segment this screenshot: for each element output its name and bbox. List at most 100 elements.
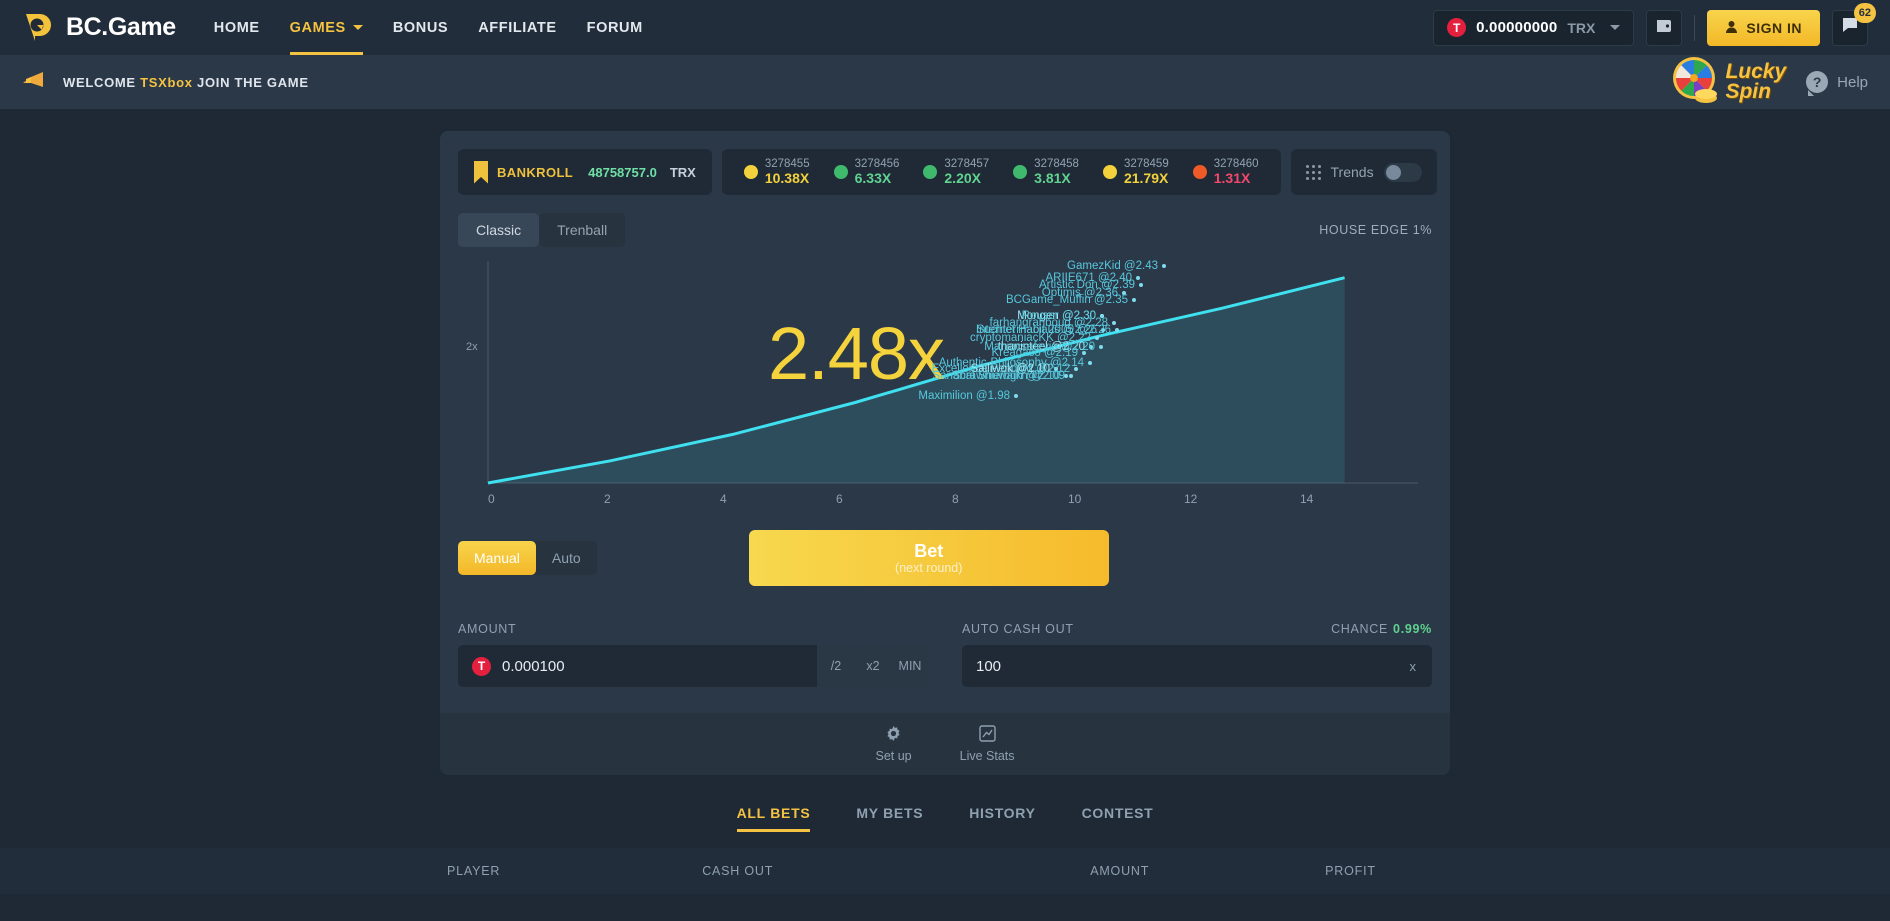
- autocashout-label: AUTO CASH OUT: [962, 622, 1074, 636]
- bet-fields-row: AMOUNT T 0.000100 /2 x2 MIN AUTO CASH OU…: [458, 622, 1432, 687]
- chance-display: CHANCE 0.99%: [1331, 622, 1432, 636]
- round-item[interactable]: 3278460 1.31X: [1181, 158, 1271, 187]
- crash-chart-svg: [487, 261, 1418, 485]
- bcgame-logo-icon: [22, 11, 55, 44]
- round-multiplier: 10.38X: [764, 169, 810, 186]
- bankroll-display: BANKROLL 48758757.0 TRX: [458, 149, 712, 195]
- bankroll-value: 48758757.0: [588, 164, 657, 180]
- amount-quick-buttons: /2 x2 MIN: [817, 645, 928, 687]
- round-id: 3278458: [1034, 157, 1079, 170]
- current-multiplier: 2.48x: [768, 312, 945, 395]
- lucky-word: Lucky: [1725, 60, 1787, 84]
- trends-toggle-group[interactable]: Trends: [1290, 149, 1437, 195]
- round-item[interactable]: 3278459 21.79X: [1091, 158, 1181, 187]
- x-axis-tick: 10: [1068, 492, 1082, 506]
- sign-in-button[interactable]: SIGN IN: [1707, 9, 1820, 46]
- wallet-button[interactable]: [1646, 9, 1683, 46]
- autocashout-suffix: x: [1409, 658, 1417, 674]
- chat-unread-badge: 62: [1853, 2, 1876, 23]
- livestats-button[interactable]: Live Stats: [960, 725, 1015, 763]
- amount-input[interactable]: 0.000100: [502, 658, 565, 675]
- chart-icon: [978, 725, 996, 745]
- round-item[interactable]: 3278458 3.81X: [1001, 158, 1091, 187]
- round-status-dot: [743, 164, 758, 179]
- chance-label: CHANCE: [1331, 622, 1389, 636]
- nav-label: BONUS: [392, 19, 449, 36]
- top-navigation-bar: BC.Game HOME GAMES BONUS AFFILIATE FORUM…: [0, 0, 1890, 55]
- nav-item-bonus[interactable]: BONUS: [393, 0, 448, 55]
- round-item[interactable]: 3278455 10.38X: [732, 158, 822, 187]
- chance-value: 0.99%: [1393, 622, 1432, 636]
- amount-label-row: AMOUNT: [458, 622, 928, 636]
- tab-trenball[interactable]: Trenball: [539, 213, 626, 247]
- x-axis-tick: 8: [952, 492, 959, 506]
- trends-label: Trends: [1330, 164, 1374, 180]
- round-status-dot: [1102, 164, 1117, 179]
- tab-auto[interactable]: Auto: [536, 541, 597, 575]
- tab-all-bets[interactable]: ALL BETS: [736, 805, 811, 832]
- tab-manual[interactable]: Manual: [458, 541, 536, 575]
- chat-button[interactable]: 62: [1832, 2, 1876, 46]
- tab-classic[interactable]: Classic: [458, 213, 540, 247]
- wallet-icon: [1655, 16, 1673, 39]
- welcome-prefix: WELCOME: [63, 74, 136, 90]
- tab-my-bets[interactable]: MY BETS: [856, 805, 923, 832]
- round-id: 3278460: [1213, 157, 1259, 170]
- help-button[interactable]: ? Help: [1806, 71, 1868, 96]
- round-multiplier: 1.31X: [1213, 169, 1251, 186]
- nav-label: GAMES: [289, 19, 346, 36]
- nav-item-games[interactable]: GAMES: [289, 0, 364, 55]
- nav-item-home[interactable]: HOME: [214, 0, 260, 55]
- column-profit: PROFIT: [1325, 864, 1376, 878]
- setup-label: Set up: [875, 749, 912, 763]
- x-axis-tick: 12: [1184, 492, 1198, 506]
- amount-half-button[interactable]: /2: [817, 645, 854, 687]
- round-multiplier: 21.79X: [1123, 169, 1169, 186]
- round-multiplier: 2.20X: [944, 169, 981, 186]
- welcome-username: TSXbox: [140, 74, 193, 90]
- bookmark-icon: [474, 160, 488, 184]
- amount-double-button[interactable]: x2: [854, 645, 891, 687]
- spin-word: Spin: [1725, 80, 1771, 103]
- autocashout-label-row: AUTO CASH OUT CHANCE 0.99%: [962, 622, 1432, 636]
- round-item[interactable]: 3278456 6.33X: [822, 158, 912, 187]
- amount-field-group: AMOUNT T 0.000100 /2 x2 MIN: [458, 622, 928, 687]
- amount-label: AMOUNT: [458, 622, 517, 636]
- grid-dots-icon: [1305, 164, 1321, 180]
- lucky-spin-button[interactable]: Lucky Spin: [1669, 53, 1786, 112]
- amount-input-box[interactable]: T 0.000100 /2 x2 MIN: [458, 645, 928, 687]
- tab-contest[interactable]: CONTEST: [1082, 805, 1154, 832]
- y-axis-tick-2x: 2x: [466, 341, 478, 353]
- panel-footer: Set up Live Stats: [440, 713, 1450, 775]
- nav-label: HOME: [213, 19, 260, 36]
- round-id: 3278457: [944, 157, 990, 170]
- chevron-down-icon[interactable]: [1610, 25, 1621, 30]
- nav-item-affiliate[interactable]: AFFILIATE: [478, 0, 556, 55]
- balance-display[interactable]: T 0.00000000 TRX: [1433, 9, 1635, 46]
- nav-label: FORUM: [586, 19, 643, 36]
- nav-right-group: T 0.00000000 TRX SIGN IN 62: [1433, 2, 1876, 46]
- game-stage: BANKROLL 48758757.0 TRX 3278455 10.38X 327…: [0, 109, 1890, 775]
- bet-button-label: Bet: [914, 540, 944, 561]
- column-player: PLAYER: [447, 864, 501, 878]
- setup-button[interactable]: Set up: [875, 725, 912, 763]
- column-amount: AMOUNT: [1090, 864, 1150, 878]
- x-axis-tick: 6: [836, 492, 843, 506]
- round-item[interactable]: 3278457 2.20X: [911, 158, 1001, 187]
- x-axis-tick: 14: [1300, 492, 1314, 506]
- round-status-dot: [1013, 164, 1028, 179]
- bet-button[interactable]: Bet (next round): [748, 530, 1109, 586]
- trx-coin-icon: T: [1447, 18, 1467, 37]
- nav-item-forum[interactable]: FORUM: [587, 0, 643, 55]
- amount-min-button[interactable]: MIN: [891, 645, 928, 687]
- round-id: 3278456: [854, 157, 900, 170]
- tab-history[interactable]: HISTORY: [969, 805, 1035, 832]
- help-label: Help: [1837, 73, 1868, 91]
- round-id: 3278455: [764, 157, 810, 170]
- bet-button-sublabel: (next round): [895, 561, 963, 576]
- autocashout-input-box[interactable]: 100 x: [962, 645, 1432, 687]
- brand-logo-link[interactable]: BC.Game: [22, 11, 176, 44]
- autocashout-input[interactable]: 100: [976, 658, 1001, 675]
- trends-switch[interactable]: [1383, 162, 1422, 182]
- x-axis-tick: 4: [720, 492, 727, 506]
